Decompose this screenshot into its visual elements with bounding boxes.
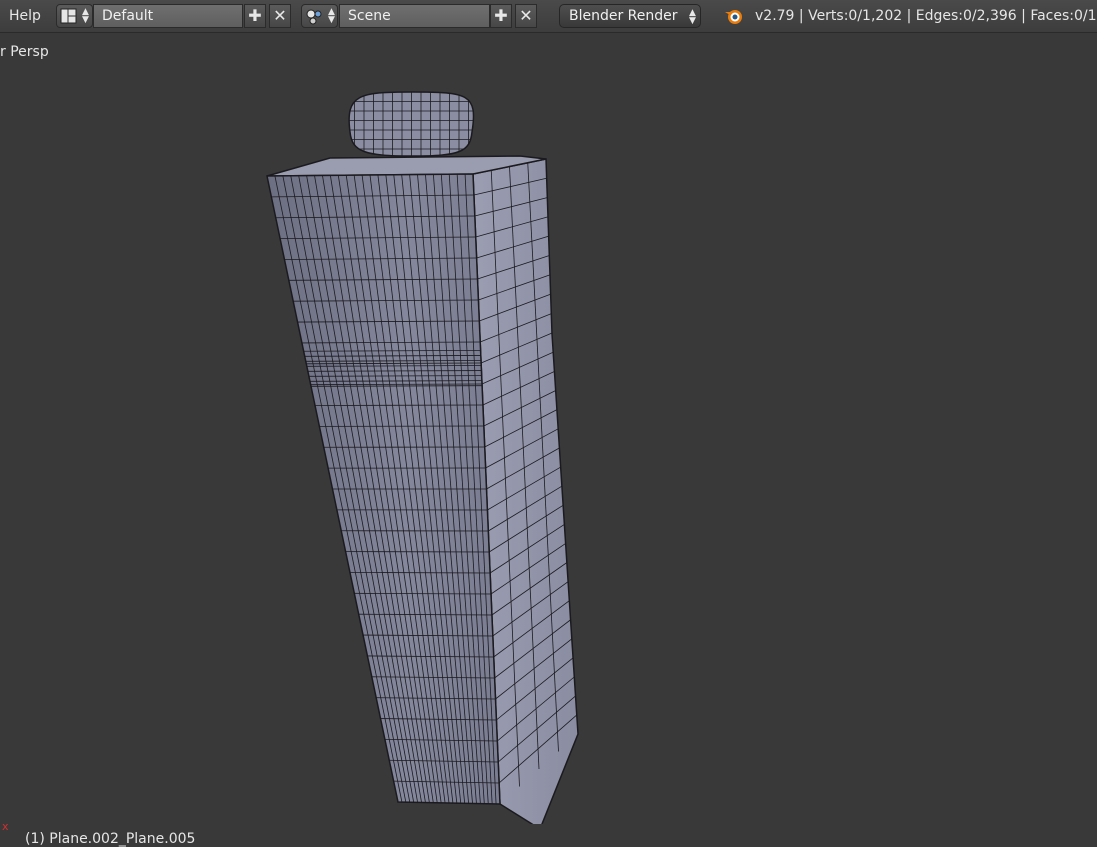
scene-statistics: v2.79 | Verts:0/1,202 | Edges:0/2,396 | …: [755, 8, 1097, 24]
axis-x-label: x: [2, 820, 9, 833]
close-icon: ✕: [273, 6, 286, 25]
updown-arrows-icon: ▲▼: [82, 8, 89, 24]
delete-scene-button[interactable]: ✕: [515, 4, 537, 28]
updown-arrows-icon: ▲▼: [689, 9, 696, 25]
screen-layout-icon: [60, 8, 78, 24]
layout-selector-button[interactable]: ▲▼: [56, 4, 93, 28]
plus-icon: ✚: [494, 6, 507, 25]
plus-icon: ✚: [248, 6, 261, 25]
add-layout-button[interactable]: ✚: [244, 4, 266, 28]
updown-arrows-icon: ▲▼: [328, 8, 335, 24]
close-icon: ✕: [519, 6, 532, 25]
mesh-front-face: [267, 174, 500, 804]
render-engine-label: Blender Render: [569, 8, 678, 24]
layout-name-field[interactable]: Default: [93, 4, 243, 28]
mesh-wire-edge: [350, 572, 490, 573]
scene-selector-button[interactable]: ▲▼: [301, 4, 338, 28]
blender-logo-icon: [723, 6, 745, 30]
add-scene-button[interactable]: ✚: [490, 4, 512, 28]
info-header: Help ▲▼ Default ✚ ✕ ▲▼ Scene ✚ ✕ Blender…: [0, 0, 1097, 33]
active-object-info: (1) Plane.002_Plane.005: [25, 831, 195, 847]
menu-help[interactable]: Help: [9, 8, 41, 24]
scene-name-field[interactable]: Scene: [339, 4, 490, 28]
mesh-wire-edge: [315, 405, 483, 406]
render-engine-dropdown[interactable]: Blender Render ▲▼: [559, 4, 701, 28]
delete-layout-button[interactable]: ✕: [269, 4, 291, 28]
mesh-cap: [340, 89, 480, 159]
viewport-mesh-object[interactable]: [0, 34, 1097, 824]
scene-icon: [304, 7, 324, 25]
